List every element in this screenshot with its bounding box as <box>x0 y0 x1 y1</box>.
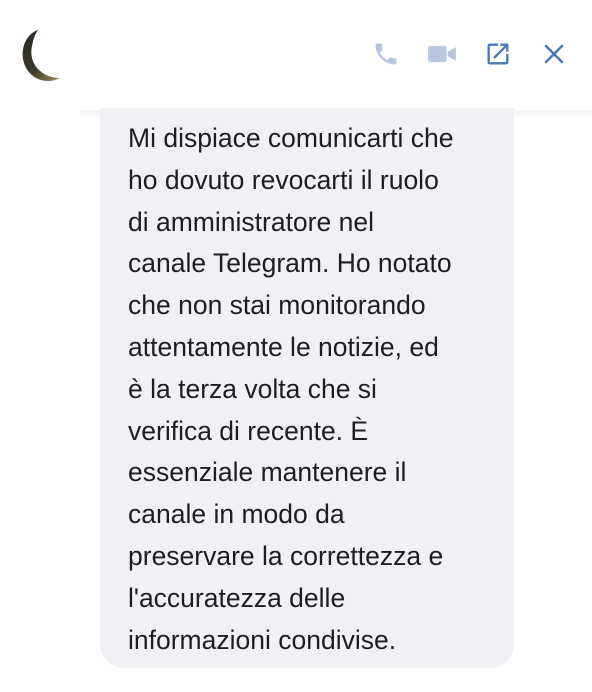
close-button[interactable] <box>536 36 572 72</box>
call-button[interactable] <box>368 36 404 72</box>
chat-header <box>0 0 592 110</box>
message-text: Mi dispiace comunicarti che ho dovuto re… <box>128 123 454 655</box>
video-camera-icon <box>428 45 456 63</box>
phone-icon <box>375 43 397 65</box>
crescent-moon-avatar-icon <box>22 30 60 81</box>
message-bubble[interactable]: Mi dispiace comunicarti che ho dovuto re… <box>100 108 514 668</box>
header-actions <box>368 36 572 72</box>
video-call-button[interactable] <box>424 36 460 72</box>
close-icon <box>544 44 564 64</box>
contact-avatar[interactable] <box>14 28 64 84</box>
open-in-new-window-button[interactable] <box>480 36 516 72</box>
open-external-icon <box>487 43 509 65</box>
